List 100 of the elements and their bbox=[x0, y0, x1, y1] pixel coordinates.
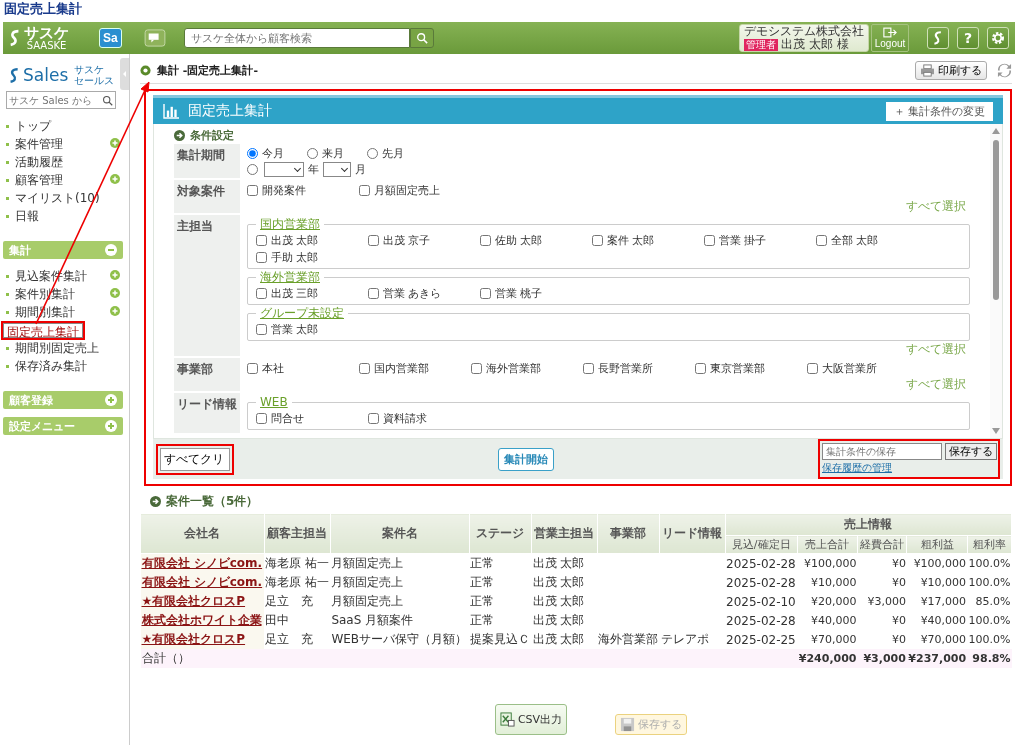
table-cell: 海老原 祐一 bbox=[264, 553, 331, 573]
sidebar-collapse-handle[interactable] bbox=[120, 58, 129, 90]
save-button[interactable]: 保存する bbox=[945, 443, 997, 460]
sidebar-item[interactable]: 保存済み集計 bbox=[3, 358, 120, 374]
sidebar-item[interactable]: 案件管理 bbox=[3, 136, 110, 152]
checkbox[interactable] bbox=[368, 413, 379, 424]
printer-icon bbox=[920, 63, 935, 77]
table-cell-text: ¥0 bbox=[890, 575, 907, 591]
print-button[interactable]: 印刷する bbox=[915, 60, 987, 80]
month-select[interactable] bbox=[323, 161, 351, 177]
sidebar-item[interactable]: 固定売上集計 bbox=[3, 322, 83, 338]
option-label: 佐助 太郎 bbox=[495, 233, 543, 248]
sidebar-item[interactable]: トップ bbox=[3, 118, 120, 134]
checkbox[interactable] bbox=[807, 363, 818, 374]
sidebar-item[interactable]: 日報 bbox=[3, 208, 120, 224]
chat-icon[interactable] bbox=[143, 29, 166, 47]
table-cell-text: 100.0% bbox=[967, 575, 1012, 591]
page-title: 固定売上集計 bbox=[3, 0, 83, 18]
checkbox[interactable] bbox=[592, 235, 603, 246]
sidebar-search-field[interactable]: サスケ Sales から bbox=[6, 91, 116, 109]
option-label: 今月 bbox=[262, 145, 284, 161]
option-label: 営業 掛子 bbox=[719, 233, 767, 248]
checkbox[interactable] bbox=[256, 235, 267, 246]
year-select[interactable] bbox=[264, 161, 304, 177]
row-label: 対象案件 bbox=[174, 180, 240, 213]
sidebar-item[interactable]: 活動履歴 bbox=[3, 154, 120, 170]
expand-icon[interactable] bbox=[110, 137, 120, 151]
section-title: 条件設定 bbox=[190, 127, 234, 143]
option-label: 長野営業所 bbox=[598, 361, 653, 376]
table-cell-text: 100.0% bbox=[967, 613, 1012, 629]
option-label: 本社 bbox=[262, 361, 284, 376]
option-label: 東京営業部 bbox=[710, 361, 765, 376]
sidebar-item[interactable]: 期間別固定売上 bbox=[3, 340, 120, 356]
company-link[interactable]: ★有限会社クロスP bbox=[141, 632, 246, 646]
start-button[interactable]: 集計開始 bbox=[498, 447, 554, 471]
checkbox[interactable] bbox=[247, 363, 258, 374]
app-switch-button[interactable]: Sa bbox=[99, 28, 122, 48]
option-label: 出茂 三郎 bbox=[271, 286, 319, 301]
search-icon bbox=[415, 32, 428, 44]
company-link[interactable]: ★有限会社クロスP bbox=[141, 594, 246, 608]
csv-export-button[interactable]: CSV出力 bbox=[494, 704, 568, 735]
sasuke-button[interactable] bbox=[927, 27, 949, 49]
company-link[interactable]: 株式会社ホワイト企業 bbox=[141, 613, 262, 627]
table-cell: 提案見込Ｃ bbox=[469, 630, 532, 649]
logo-icon bbox=[9, 29, 21, 47]
scrollbar[interactable] bbox=[990, 124, 1002, 438]
search-button[interactable] bbox=[409, 28, 434, 48]
radio-button[interactable] bbox=[307, 147, 318, 159]
table-cell: ¥70,000 bbox=[797, 630, 858, 649]
checkbox[interactable] bbox=[704, 235, 715, 246]
checkbox[interactable] bbox=[256, 252, 267, 263]
column-header: リード情報 bbox=[659, 513, 725, 554]
option-label: 開発案件 bbox=[262, 183, 306, 198]
table-cell: 海老原 祐一 bbox=[264, 573, 331, 592]
option-label: 海外営業部 bbox=[486, 361, 541, 376]
company-link[interactable]: 有限会社 シノビcom. bbox=[141, 556, 263, 570]
column-header: 事業部 bbox=[597, 513, 660, 554]
option-label: 出茂 京子 bbox=[383, 233, 431, 248]
save-name-field[interactable]: 集計条件の保存 bbox=[822, 443, 942, 460]
table-cell: 田中 bbox=[264, 611, 331, 630]
checkbox[interactable] bbox=[480, 288, 491, 299]
clear-all-button[interactable]: すべてクリ bbox=[160, 447, 230, 471]
table-cell-text: ¥10,000 bbox=[810, 575, 858, 591]
column-header: 売上情報 bbox=[725, 513, 1012, 536]
logo-subtext: セールス bbox=[74, 75, 115, 86]
radio-button[interactable] bbox=[367, 147, 378, 159]
table-cell: 足立 充 bbox=[264, 592, 331, 611]
table-cell-text: 出茂 太郎 bbox=[531, 574, 586, 591]
table-cell-text: 月額固定売上 bbox=[330, 574, 405, 591]
table-cell-text: 正常 bbox=[469, 555, 496, 572]
change-conditions-button[interactable]: ＋ 集計条件の変更 bbox=[885, 101, 993, 121]
checkbox[interactable] bbox=[368, 235, 379, 246]
checkbox[interactable] bbox=[247, 185, 258, 196]
company-link[interactable]: 有限会社 シノビcom. bbox=[141, 575, 263, 589]
radio-button[interactable] bbox=[247, 163, 258, 175]
checkbox[interactable] bbox=[695, 363, 706, 374]
table-cell-text: 正常 bbox=[469, 593, 496, 610]
settings-button[interactable] bbox=[987, 27, 1009, 49]
checkbox[interactable] bbox=[368, 288, 379, 299]
table-cell: ¥70,000 bbox=[906, 630, 968, 649]
option-label: 来月 bbox=[322, 145, 344, 161]
checkbox[interactable] bbox=[256, 413, 267, 424]
checkbox[interactable] bbox=[471, 363, 482, 374]
search-icon[interactable] bbox=[102, 95, 113, 106]
checkbox[interactable] bbox=[480, 235, 491, 246]
checkbox[interactable] bbox=[359, 185, 370, 196]
checkbox[interactable] bbox=[256, 288, 267, 299]
checkbox[interactable] bbox=[816, 235, 827, 246]
search-field[interactable]: サスケ全体から顧客検索 bbox=[183, 28, 410, 48]
table-cell-text: 正常 bbox=[469, 612, 496, 629]
table-cell: 2025-02-25 bbox=[725, 630, 798, 649]
breadcrumb: 集計 -固定売上集計- bbox=[157, 62, 258, 78]
section-title: 顧客登録 bbox=[9, 392, 53, 408]
sidebar-item[interactable]: 顧客管理 bbox=[3, 172, 110, 188]
checkbox[interactable] bbox=[256, 324, 267, 335]
history-link[interactable]: 保存履歴の管理 bbox=[822, 461, 996, 475]
checkbox[interactable] bbox=[583, 363, 594, 374]
refresh-icon[interactable] bbox=[997, 62, 1012, 78]
radio-button[interactable] bbox=[247, 147, 258, 159]
checkbox[interactable] bbox=[359, 363, 370, 374]
